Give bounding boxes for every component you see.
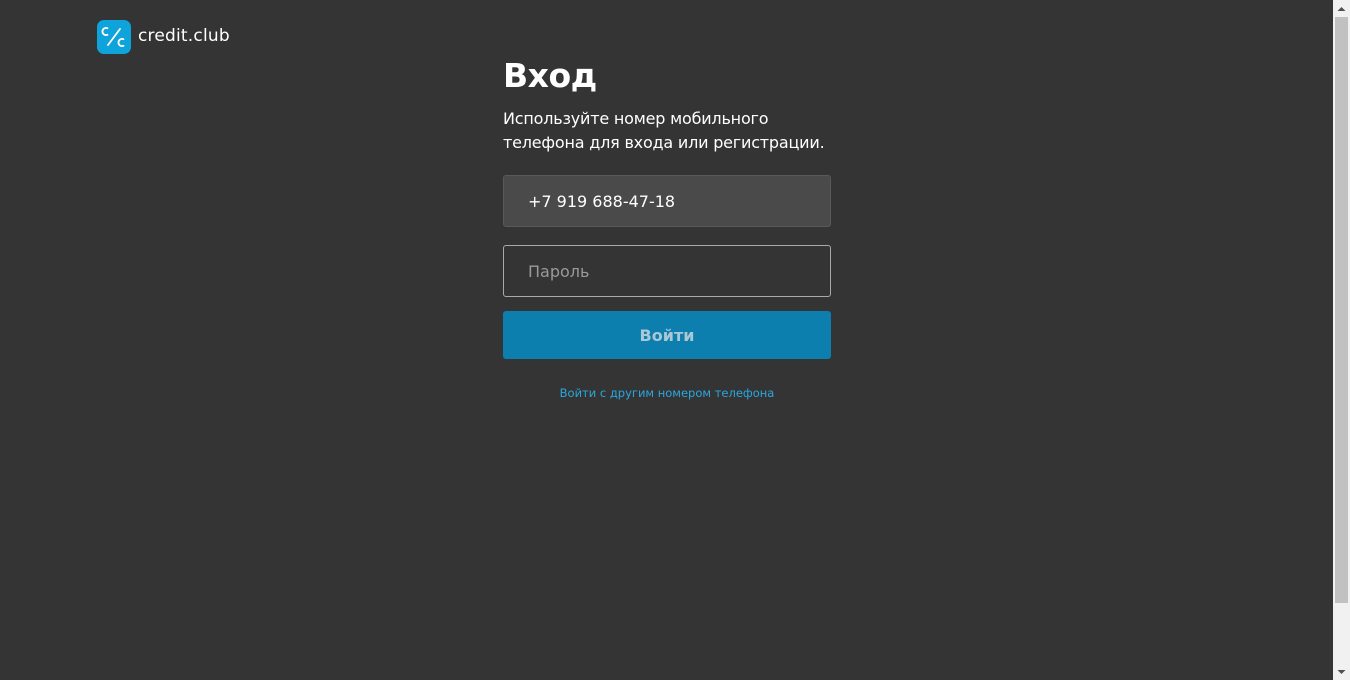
page-title: Вход bbox=[503, 56, 597, 95]
scroll-up-icon[interactable] bbox=[1333, 0, 1350, 17]
login-page: credit.club Вход Используйте номер мобил… bbox=[0, 0, 1350, 680]
login-subtitle: Используйте номер мобильного телефона дл… bbox=[503, 109, 825, 152]
percent-c-icon bbox=[97, 20, 131, 54]
password-placeholder: Пароль bbox=[528, 261, 590, 281]
vertical-scrollbar[interactable] bbox=[1333, 0, 1350, 680]
scroll-down-icon[interactable] bbox=[1333, 663, 1350, 680]
other-number-link[interactable]: Войти с другим номером телефона bbox=[503, 386, 831, 400]
scroll-thumb[interactable] bbox=[1335, 17, 1348, 603]
brand-name: credit.club bbox=[138, 26, 230, 46]
login-button[interactable]: Войти bbox=[503, 311, 831, 359]
brand-logo[interactable]: credit.club bbox=[97, 20, 230, 54]
phone-value: +7 919 688-47-18 bbox=[528, 191, 676, 211]
login-form: Вход Используйте номер мобильного телефо… bbox=[503, 56, 831, 400]
phone-field[interactable]: +7 919 688-47-18 bbox=[503, 175, 831, 227]
password-field[interactable]: Пароль bbox=[503, 245, 831, 297]
